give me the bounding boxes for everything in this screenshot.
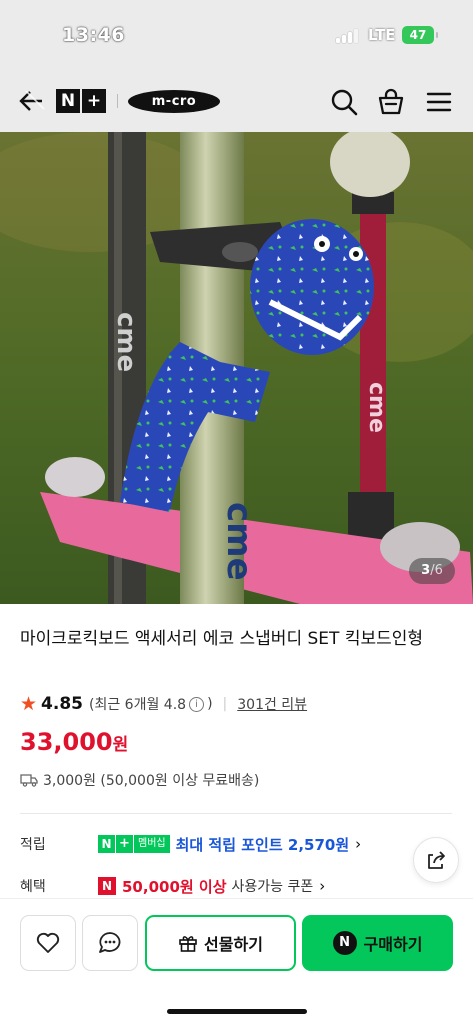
coupon-row[interactable]: 혜택 N 50,000원 이상 사용가능 쿠폰 › <box>20 874 325 898</box>
cart-icon[interactable] <box>376 87 406 117</box>
coupon-text: 사용가능 쿠폰 <box>231 879 314 895</box>
gift-icon <box>179 936 197 952</box>
network-label: LTE <box>368 26 396 44</box>
share-icon <box>428 851 445 869</box>
gift-button-label: 선물하기 <box>204 935 263 954</box>
recent-rating-close: ) <box>207 696 213 712</box>
delivery-truck-icon <box>20 774 38 787</box>
nav-divider <box>117 94 118 108</box>
product-photo: cme cme cme <box>0 132 473 604</box>
rating-row: ★ 4.85 (최근 6개월 4.8 i ) | 301건 리뷰 <box>20 692 307 716</box>
svg-text:cme: cme <box>219 502 259 581</box>
back-icon[interactable] <box>18 88 46 114</box>
review-count-link[interactable]: 301건 리뷰 <box>237 694 307 714</box>
status-bar: 13:46 LTE 47 <box>0 0 473 70</box>
points-row[interactable]: 적립 N + 멤버십 최대 적립 포인트 2,570원 › <box>20 832 361 856</box>
wishlist-button[interactable] <box>20 915 76 971</box>
nav-bar: N + m-cro <box>0 70 473 132</box>
home-indicator <box>167 1009 307 1014</box>
product-image[interactable]: cme cme cme 3/6 <box>0 132 473 604</box>
menu-icon[interactable] <box>424 87 454 117</box>
chevron-right-icon: › <box>355 835 362 853</box>
chat-button[interactable] <box>82 915 138 971</box>
recent-rating-text: (최근 6개월 4.8 <box>89 697 187 713</box>
price: 33,000원 <box>20 728 128 756</box>
shipping-text: 3,000원 (50,000원 이상 무료배송) <box>43 773 260 789</box>
buy-button[interactable]: N 구매하기 <box>302 915 453 971</box>
naver-coupon-icon: N <box>98 877 116 895</box>
max-points-text: 최대 적립 포인트 2,570원 <box>175 835 350 854</box>
svg-text:cme: cme <box>364 382 389 433</box>
micro-brand-logo[interactable]: m-cro <box>128 90 220 113</box>
product-title: 마이크로킥보드 액세서리 에코 스냅버디 SET 킥보드인형 <box>20 629 424 649</box>
chevron-right-icon: › <box>319 877 326 895</box>
info-icon[interactable]: i <box>189 696 205 712</box>
star-icon: ★ <box>20 693 38 715</box>
heart-icon <box>36 932 60 953</box>
divider <box>20 813 452 814</box>
rating-value: 4.85 <box>41 694 83 714</box>
chat-bubble-icon <box>99 932 121 953</box>
share-button[interactable] <box>413 837 459 883</box>
search-icon[interactable] <box>329 87 359 117</box>
naver-plus-membership-badge: N + 멤버십 <box>98 835 170 853</box>
shipping-row: 3,000원 (50,000원 이상 무료배송) <box>20 770 259 790</box>
image-counter: 3/6 <box>409 558 455 584</box>
coupon-label: 혜택 <box>20 879 46 895</box>
buy-button-label: 구매하기 <box>363 935 423 954</box>
price-number: 33,000 <box>20 728 113 756</box>
gift-button[interactable]: 선물하기 <box>145 915 296 971</box>
points-label: 적립 <box>20 837 46 853</box>
signal-icon <box>336 29 358 43</box>
coupon-condition: 50,000원 이상 <box>122 877 227 896</box>
naver-pay-icon: N <box>332 931 357 955</box>
bottom-action-bar: 선물하기 N 구매하기 <box>0 898 473 1024</box>
svg-text:cme: cme <box>111 312 141 372</box>
price-unit: 원 <box>112 735 129 755</box>
separator: | <box>222 696 228 712</box>
status-time: 13:46 <box>62 24 125 46</box>
naver-plus-logo[interactable]: N + <box>56 89 106 113</box>
battery-icon: 47 <box>402 26 438 44</box>
